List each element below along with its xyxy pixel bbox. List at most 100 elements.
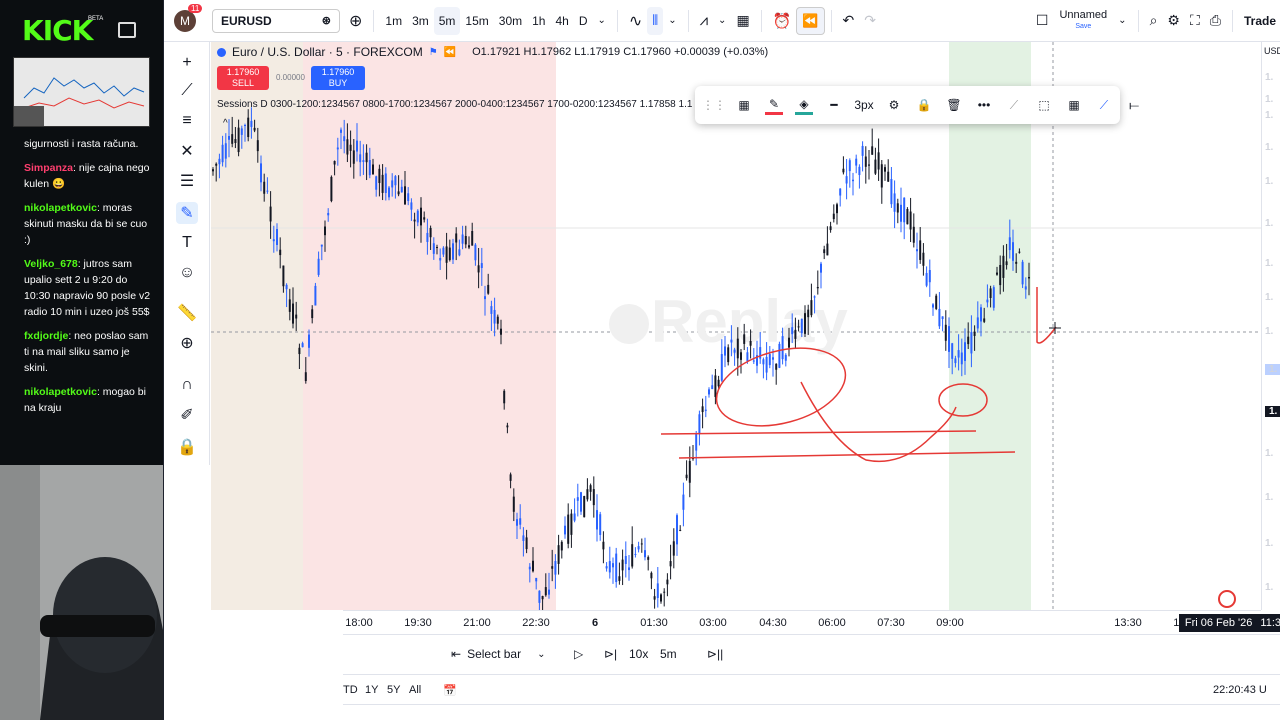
grid-tool-icon[interactable]: ▦	[1065, 95, 1083, 115]
replay-watermark-icon	[609, 304, 649, 344]
emoji-icon[interactable]: ☺	[176, 262, 198, 284]
candle-body	[356, 140, 358, 152]
candle-body	[218, 158, 221, 165]
interval-3m[interactable]: 3m	[407, 7, 434, 35]
interval-5m[interactable]: 5m	[433, 6, 461, 35]
chat-username[interactable]: nikolapetkovic	[24, 202, 97, 214]
drag-handle-icon[interactable]: ⋮⋮	[702, 95, 726, 115]
trendline-icon[interactable]: ⟋	[176, 80, 198, 102]
line-width-value[interactable]: 3px	[854, 95, 873, 115]
interval-30m[interactable]: 30m	[494, 7, 527, 35]
stream-preview-thumbnail[interactable]	[13, 57, 150, 127]
replay-icon[interactable]: ⏪	[796, 6, 825, 35]
interval-1m[interactable]: 1m	[380, 7, 407, 35]
chevron-down-icon[interactable]: ⌄	[713, 7, 731, 35]
magnet-icon[interactable]: ∩	[176, 374, 198, 396]
chevron-down-icon[interactable]: ⌄	[663, 7, 681, 35]
text-tool-icon[interactable]: T	[176, 232, 198, 254]
layout-name[interactable]: Unnamed Save	[1059, 9, 1107, 32]
brush-icon[interactable]: ✎	[176, 202, 198, 224]
line-chart-icon[interactable]: ∿	[624, 7, 647, 35]
undo-icon[interactable]: ↶	[838, 7, 860, 35]
user-avatar[interactable]: M 11	[174, 3, 203, 32]
add-symbol-icon[interactable]: ⊕	[344, 7, 367, 35]
quick-search-icon[interactable]: ⌕	[1145, 7, 1163, 35]
pencil-lock-icon[interactable]: ✐	[176, 404, 198, 426]
lock-drawing-icon[interactable]: 🔒	[915, 95, 933, 115]
rectangle-tool-icon[interactable]: ⬚	[1035, 95, 1053, 115]
replay-interval-button[interactable]: 5m	[660, 647, 677, 661]
jump-to-realtime-icon[interactable]: ⊳||	[707, 647, 723, 661]
chat-username[interactable]: fxdjordje	[24, 330, 68, 342]
clock-label[interactable]: 22:20:43 U	[1213, 684, 1267, 696]
candle-body	[327, 212, 330, 216]
symbol-search[interactable]: EURUSD ⊛	[212, 8, 340, 33]
candle-body	[336, 147, 339, 150]
play-icon[interactable]: ▷	[574, 647, 583, 661]
pattern-icon[interactable]: ✕	[176, 140, 198, 162]
range-5y[interactable]: 5Y	[387, 684, 400, 696]
replay-speed-button[interactable]: 10x	[629, 647, 648, 661]
delete-icon[interactable]: 🗑	[945, 95, 963, 115]
range-1y[interactable]: 1Y	[365, 684, 378, 696]
price-chart[interactable]: Replay	[211, 42, 1261, 610]
sessions-indicator-legend[interactable]: Sessions D 0300-1200:1234567 0800-1700:1…	[217, 99, 692, 110]
date-range-icon[interactable]: 📅	[443, 684, 457, 697]
template-grid-icon[interactable]: ▦	[735, 95, 753, 115]
interval-1h[interactable]: 1h	[527, 7, 550, 35]
settings-gear-icon[interactable]: ⚙	[1162, 7, 1185, 35]
lock-icon[interactable]: 🔒	[176, 436, 198, 458]
interval-15m[interactable]: 15m	[460, 7, 493, 35]
chat-username[interactable]: Veljko_678	[24, 258, 78, 270]
time-axis[interactable]: 18:00 19:30 21:00 22:30 6 01:30 03:00 04:30 06:0…	[343, 610, 1280, 634]
chevron-down-icon[interactable]: ⌄	[1113, 7, 1131, 35]
camera-icon[interactable]: ⎙	[1205, 7, 1226, 35]
collapse-legend-icon[interactable]: ^	[223, 118, 228, 129]
chevron-down-icon[interactable]: ⌄	[593, 7, 611, 35]
sell-button[interactable]: 1.17960 SELL	[217, 66, 269, 90]
line-width-icon[interactable]: ━	[825, 95, 843, 115]
zoom-in-icon[interactable]: ⊕	[176, 332, 198, 354]
chat-username[interactable]: nikolapetkovic	[24, 386, 97, 398]
line-color-icon[interactable]: ✎	[765, 95, 783, 115]
fill-color-icon[interactable]: ◈	[795, 95, 813, 115]
fib-icon[interactable]: ☰	[176, 170, 198, 192]
range-all[interactable]: All	[409, 684, 421, 696]
candle-body	[384, 173, 387, 194]
chart-area[interactable]: Replay	[211, 42, 1261, 610]
indicators-icon[interactable]: ⩘	[695, 7, 713, 35]
buy-button[interactable]: 1.17960 BUY	[311, 66, 365, 90]
candle-body	[852, 179, 854, 182]
candle-body	[983, 318, 986, 322]
select-bar-button[interactable]: ⇤ Select bar ⌄	[451, 647, 545, 661]
trade-button[interactable]: Trade	[1239, 7, 1280, 35]
layout-checkbox-icon[interactable]: ☐	[1031, 7, 1054, 35]
settings-icon[interactable]: ⚙	[885, 95, 903, 115]
ruler-icon[interactable]: 📏	[176, 302, 198, 324]
horizontal-lines-icon[interactable]: ≡	[176, 110, 198, 132]
time-tick-label: 01:30	[640, 617, 668, 629]
interval-D[interactable]: D	[574, 7, 593, 35]
candle-body	[826, 243, 829, 256]
horizontal-line-tool-icon[interactable]: ⟝	[1125, 95, 1143, 115]
redo-icon[interactable]: ↷	[859, 7, 881, 35]
fullscreen-icon[interactable]: ⛶	[1185, 7, 1205, 35]
candle-body	[746, 352, 749, 362]
pencil-tool-icon[interactable]: ⟋	[1005, 95, 1023, 115]
step-forward-icon[interactable]: ⊳|	[604, 647, 617, 661]
interval-4h[interactable]: 4h	[550, 7, 573, 35]
alert-icon[interactable]: ⏰	[768, 7, 797, 35]
layouts-grid-icon[interactable]: ▦	[731, 7, 754, 35]
candle-body	[960, 352, 963, 365]
candles-icon[interactable]: ⫴	[647, 6, 664, 35]
flag-icon[interactable]: ⚑	[429, 47, 438, 58]
more-icon[interactable]: •••	[975, 95, 993, 115]
range-td[interactable]: TD	[343, 684, 358, 696]
popout-icon[interactable]	[118, 22, 136, 38]
crosshair-icon[interactable]: +	[176, 52, 198, 74]
compare-icon[interactable]: ⊛	[322, 14, 331, 27]
brush-tool-icon[interactable]: ⟋	[1095, 95, 1113, 115]
chat-username[interactable]: Simpanza	[24, 162, 73, 174]
price-scale[interactable]: USD 1. 1. 1. 1. 1. 1. 1. 1. 1. 1. 1. 1. 1. 1. 1.	[1261, 42, 1280, 610]
legend-title[interactable]: Euro / U.S. Dollar · 5 · FOREXCOM	[232, 45, 423, 59]
